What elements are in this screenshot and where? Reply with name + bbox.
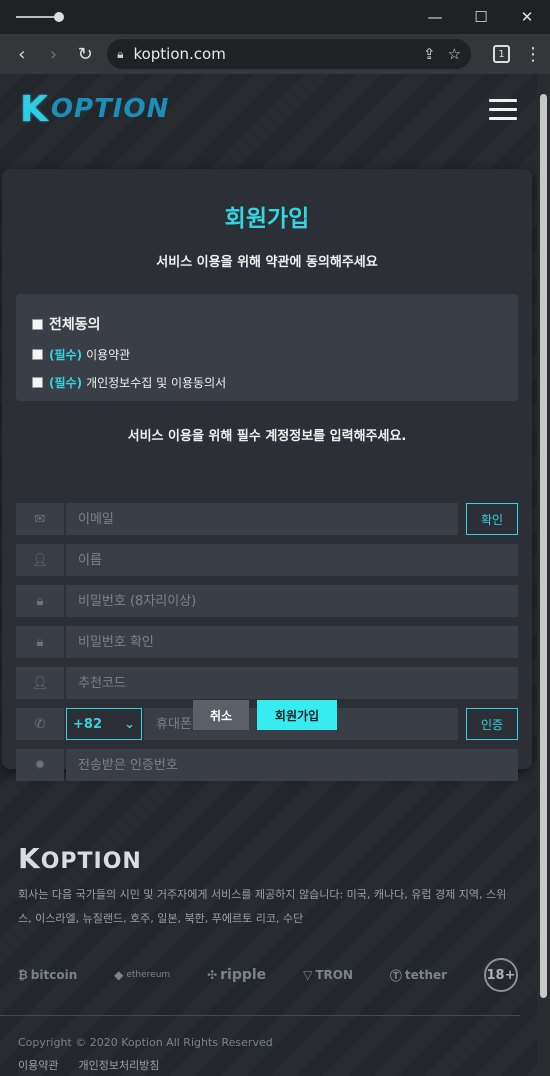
service-restriction-notice: 회사는 다음 국가들의 시민 및 거주자에게 서비스를 제공하지 않습니다: 미… xyxy=(18,888,507,925)
referral-code-field[interactable] xyxy=(66,667,518,699)
close-window-button[interactable]: ✕ xyxy=(504,0,550,34)
ethereum-logo: ◆ ethereum xyxy=(114,968,171,982)
cancel-button[interactable]: 취소 xyxy=(193,700,249,730)
footer-divider xyxy=(0,1015,520,1016)
terms-link[interactable]: 이용약관 xyxy=(86,346,130,363)
envelope-icon: ✉ xyxy=(16,503,64,535)
site-logo[interactable]: K OPTION xyxy=(20,89,169,130)
terms-subtitle: 서비스 이용을 위해 약관에 동의해주세요 xyxy=(156,255,378,270)
scrollbar-thumb[interactable] xyxy=(540,94,547,998)
url-text[interactable]: koption.com xyxy=(133,45,411,63)
footer-links: 이용약관 개인정보처리방침 xyxy=(18,1057,518,1073)
privacy-link[interactable]: 개인정보수집 및 이용동의서 xyxy=(86,374,226,391)
privacy-row[interactable]: (필수) 개인정보수집 및 이용동의서 xyxy=(32,374,502,391)
terms-checkbox[interactable] xyxy=(32,349,43,360)
agree-all-checkbox[interactable] xyxy=(32,318,43,330)
footer-logo-k: K xyxy=(18,842,41,875)
tether-logo: Ⓣtether xyxy=(389,968,448,983)
signup-form: ✉ 확인 👤︎ 🔒︎ 🔒︎ 👤︎ ✆ +82 ⌄ xyxy=(16,503,518,790)
required-tag: (필수) xyxy=(49,376,83,390)
email-confirm-button[interactable]: 확인 xyxy=(466,503,518,535)
lock-icon[interactable]: 🔒︎ xyxy=(117,47,123,62)
address-bar[interactable]: 🔒︎ koption.com ⇪ ☆ xyxy=(107,39,472,69)
terms-agreement-box: 전체동의 (필수) 이용약관 (필수) 개인정보수집 및 이용동의서 xyxy=(16,294,518,401)
page-title: 회원가입 xyxy=(224,206,310,232)
reload-icon[interactable]: ↻ xyxy=(71,39,99,69)
logo-k: K xyxy=(20,88,49,130)
maximize-button[interactable]: ☐ xyxy=(458,0,504,34)
verification-code-row: ✹ xyxy=(16,749,518,781)
hamburger-menu-icon[interactable] xyxy=(489,98,517,120)
form-actions: 취소 회원가입 xyxy=(0,700,530,730)
logo-text: OPTION xyxy=(50,94,170,124)
footer-logo-text: OPTION xyxy=(40,849,142,874)
ripple-logo: ✣ ripple xyxy=(207,967,267,983)
privacy-checkbox[interactable] xyxy=(32,377,43,388)
name-row: 👤︎ xyxy=(16,544,518,576)
bitcoin-logo: ₿ bitcoin xyxy=(18,968,78,982)
account-info-title: 서비스 이용을 위해 필수 계정정보를 입력해주세요. xyxy=(127,429,407,444)
back-arrow-icon[interactable]: ‹ xyxy=(8,39,36,69)
minimize-button[interactable]: — xyxy=(412,0,458,34)
gear-icon: ✹ xyxy=(16,749,64,781)
footer-terms-link[interactable]: 이용약관 xyxy=(18,1057,58,1073)
copyright-text: Copyright © 2020 Koption All Rights Rese… xyxy=(18,1036,273,1049)
agree-all-row[interactable]: 전체동의 xyxy=(32,314,502,334)
email-row: ✉ 확인 xyxy=(16,503,518,535)
password-field[interactable] xyxy=(66,585,518,617)
crypto-brand-logos: ₿ bitcoin ◆ ethereum ✣ ripple ▽ TRON Ⓣtether… xyxy=(18,955,518,995)
share-icon[interactable]: ⇪ xyxy=(423,45,436,63)
footer-logo: KOPTION xyxy=(18,842,518,875)
password-confirm-row: 🔒︎ xyxy=(16,626,518,658)
tron-logo: ▽ TRON xyxy=(303,968,353,982)
web-page: K OPTION 회원가입 서비스 이용을 위해 약관에 동의해주세요 전체동의… xyxy=(0,74,537,1076)
agree-all-label: 전체동의 xyxy=(49,317,101,333)
tab-count-button[interactable]: 1 xyxy=(493,45,510,63)
terms-row[interactable]: (필수) 이용약관 xyxy=(32,346,502,363)
lock-icon: 🔒︎ xyxy=(16,585,64,617)
site-footer: KOPTION 회사는 다음 국가들의 시민 및 거주자에게 서비스를 제공하지… xyxy=(0,842,520,1073)
window-titlebar: — ☐ ✕ xyxy=(0,0,550,34)
lock-icon: 🔒︎ xyxy=(16,626,64,658)
kebab-menu-icon[interactable]: ⋮ xyxy=(524,44,542,65)
user-plus-icon: 👤︎ xyxy=(16,667,64,699)
name-field[interactable] xyxy=(66,544,518,576)
age-18-plus-icon: 18+ xyxy=(484,958,518,992)
email-field[interactable] xyxy=(66,503,458,535)
browser-toolbar: ‹ › ↻ 🔒︎ koption.com ⇪ ☆ 1 ⋮ xyxy=(0,34,550,74)
submit-signup-button[interactable]: 회원가입 xyxy=(257,700,337,730)
password-confirm-field[interactable] xyxy=(66,626,518,658)
footer-privacy-link[interactable]: 개인정보처리방침 xyxy=(78,1057,159,1073)
required-tag: (필수) xyxy=(49,348,83,362)
referral-row: 👤︎ xyxy=(16,667,518,699)
password-row: 🔒︎ xyxy=(16,585,518,617)
verification-code-field[interactable] xyxy=(66,749,518,781)
site-header: K OPTION xyxy=(0,74,537,144)
user-icon: 👤︎ xyxy=(16,544,64,576)
forward-arrow-icon[interactable]: › xyxy=(40,39,68,69)
bookmark-icon[interactable]: ☆ xyxy=(448,45,461,63)
volume-slider-knob[interactable] xyxy=(54,12,64,22)
